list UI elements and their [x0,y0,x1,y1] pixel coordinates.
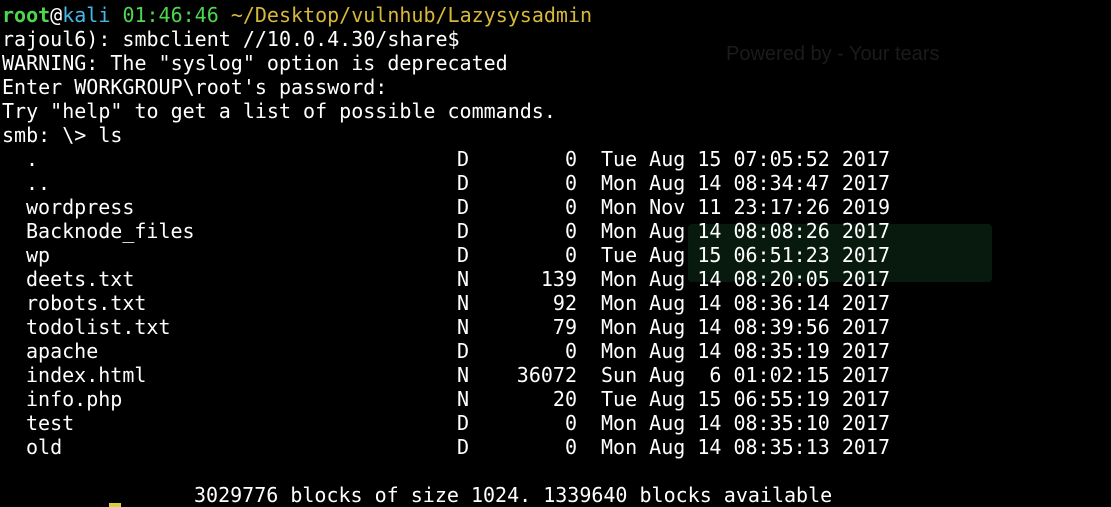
file-size: 0 [564,219,577,243]
file-size: 0 [564,243,577,267]
file-type: D [457,411,470,435]
file-size: 20 [552,387,577,411]
file-type: N [457,363,470,387]
file-date: Mon Aug 14 08:35:19 2017 [601,339,890,363]
shell-prompt: root@kali 01:46:46 ~/Desktop/vulnhub/Laz… [2,3,592,27]
file-size: 92 [552,291,577,315]
file-name: .. [26,171,51,195]
file-name: info.php [26,387,123,411]
warning-line: WARNING: The "syslog" option is deprecat… [2,51,508,75]
file-name: wordpress [26,195,135,219]
file-type: D [457,171,470,195]
file-name: todolist.txt [26,315,171,339]
file-name: test [26,411,75,435]
file-size: 79 [552,315,577,339]
wallpaper-text: Powered by - Your tears [726,43,940,65]
prompt-at: @ [50,3,63,27]
file-type: D [457,339,470,363]
file-date: Mon Nov 11 23:17:26 2019 [601,195,890,219]
password-prompt-line: Enter WORKGROUP\root's password: [2,75,388,99]
disk-summary-line: 3029776 blocks of size 1024. 1339640 blo… [194,483,833,507]
file-size: 0 [564,147,577,171]
file-type: N [457,387,470,411]
file-name: index.html [26,363,147,387]
file-date: Mon Aug 14 08:35:10 2017 [601,411,890,435]
prompt-user: root [2,3,51,27]
terminal-window[interactable]: Powered by - Your tears root@kali 01:46:… [0,0,1111,507]
file-name: deets.txt [26,267,135,291]
file-size: 36072 [516,363,577,387]
file-name: . [26,147,39,171]
file-date: Mon Aug 14 08:35:13 2017 [601,435,890,459]
file-type: D [457,195,470,219]
command-line: rajoul6): smbclient //10.0.4.30/share$ [2,27,460,51]
smb-prompt-line: smb: \> ls [2,123,123,147]
file-name: Backnode_files [26,219,195,243]
file-date: Mon Aug 14 08:39:56 2017 [601,315,890,339]
text-cursor [109,503,121,507]
file-type: D [457,219,470,243]
file-date: Mon Aug 14 08:20:05 2017 [601,267,890,291]
file-size: 0 [564,435,577,459]
file-type: D [457,147,470,171]
file-size: 0 [564,339,577,363]
file-date: Tue Aug 15 06:55:19 2017 [601,387,890,411]
help-hint-line: Try "help" to get a list of possible com… [2,99,556,123]
prompt-time: 01:46:46 [122,3,219,27]
file-size: 0 [564,411,577,435]
file-size: 139 [540,267,577,291]
file-date: Tue Aug 15 07:05:52 2017 [601,147,890,171]
file-type: N [457,267,470,291]
file-name: robots.txt [26,291,147,315]
file-name: wp [26,243,51,267]
file-date: Mon Aug 14 08:34:47 2017 [601,171,890,195]
file-name: old [26,435,63,459]
file-date: Mon Aug 14 08:08:26 2017 [601,219,890,243]
prompt-host: kali [62,3,111,27]
file-date: Tue Aug 15 06:51:23 2017 [601,243,890,267]
file-name: apache [26,339,99,363]
file-date: Sun Aug 6 01:02:15 2017 [601,363,890,387]
file-size: 0 [564,195,577,219]
file-date: Mon Aug 14 08:36:14 2017 [601,291,890,315]
file-type: N [457,315,470,339]
file-size: 0 [564,171,577,195]
prompt-path: ~/Desktop/vulnhub/Lazysysadmin [230,3,593,27]
file-type: N [457,291,470,315]
file-type: D [457,435,470,459]
file-type: D [457,243,470,267]
